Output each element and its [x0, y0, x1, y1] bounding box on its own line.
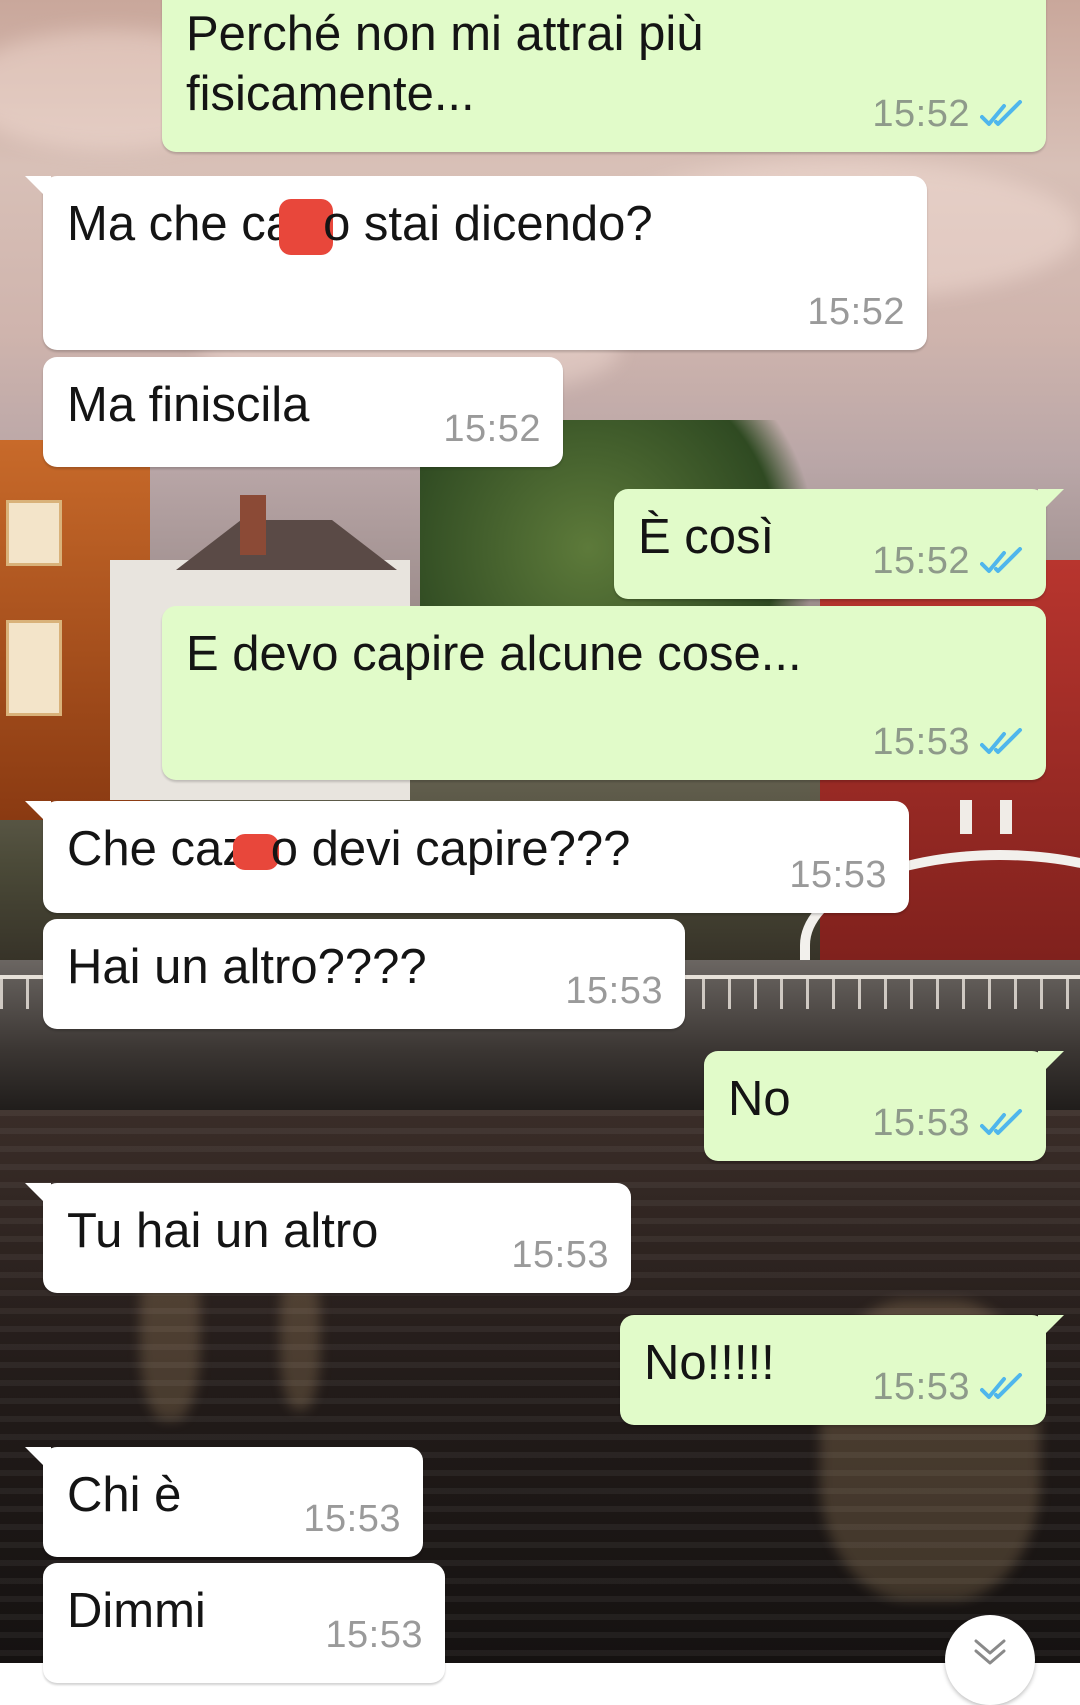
outgoing-message[interactable]: Perché non mi attrai più fisicamente... …: [162, 0, 1046, 152]
message-time: 15:53: [872, 721, 970, 763]
message-time: 15:53: [511, 1234, 609, 1276]
message-list[interactable]: Perché non mi attrai più fisicamente... …: [0, 0, 1080, 1683]
outgoing-message[interactable]: No 15:53: [704, 1051, 1064, 1161]
message-time: 15:53: [872, 1366, 970, 1408]
outgoing-message[interactable]: È così 15:52: [614, 489, 1064, 599]
double-check-icon: [980, 727, 1022, 754]
scroll-to-bottom-button[interactable]: [945, 1615, 1035, 1705]
incoming-message[interactable]: Ma che ca o stai dicendo? 15:52: [25, 176, 927, 350]
incoming-message[interactable]: Tu hai un altro 15:53: [25, 1183, 631, 1293]
incoming-message[interactable]: Dimmi 15:53: [43, 1563, 445, 1683]
message-time: 15:53: [303, 1498, 401, 1540]
message-time: 15:53: [789, 854, 887, 896]
message-time: 15:52: [807, 291, 905, 333]
message-time: 15:52: [872, 93, 970, 135]
incoming-message[interactable]: Ma finiscila 15:52: [43, 357, 563, 467]
incoming-message[interactable]: Hai un altro???? 15:53: [43, 919, 685, 1029]
double-check-icon: [980, 1108, 1022, 1135]
message-text: E devo capire alcune cose...: [186, 627, 802, 681]
incoming-message[interactable]: Chi è 15:53: [25, 1447, 423, 1557]
outgoing-message[interactable]: E devo capire alcune cose... 15:53: [162, 606, 1046, 780]
message-time: 15:53: [565, 970, 663, 1012]
double-check-icon: [980, 546, 1022, 573]
message-time: 15:53: [325, 1614, 423, 1656]
message-text: Che caz o devi capire???: [67, 822, 631, 876]
double-check-icon: [980, 99, 1022, 126]
message-time: 15:53: [872, 1102, 970, 1144]
outgoing-message[interactable]: No!!!!! 15:53: [620, 1315, 1064, 1425]
message-time: 15:52: [872, 540, 970, 582]
message-text: Ma che ca o stai dicendo?: [67, 194, 903, 256]
double-check-icon: [980, 1372, 1022, 1399]
incoming-message[interactable]: Che caz o devi capire??? 15:53: [25, 801, 909, 913]
message-time: 15:52: [443, 408, 541, 450]
